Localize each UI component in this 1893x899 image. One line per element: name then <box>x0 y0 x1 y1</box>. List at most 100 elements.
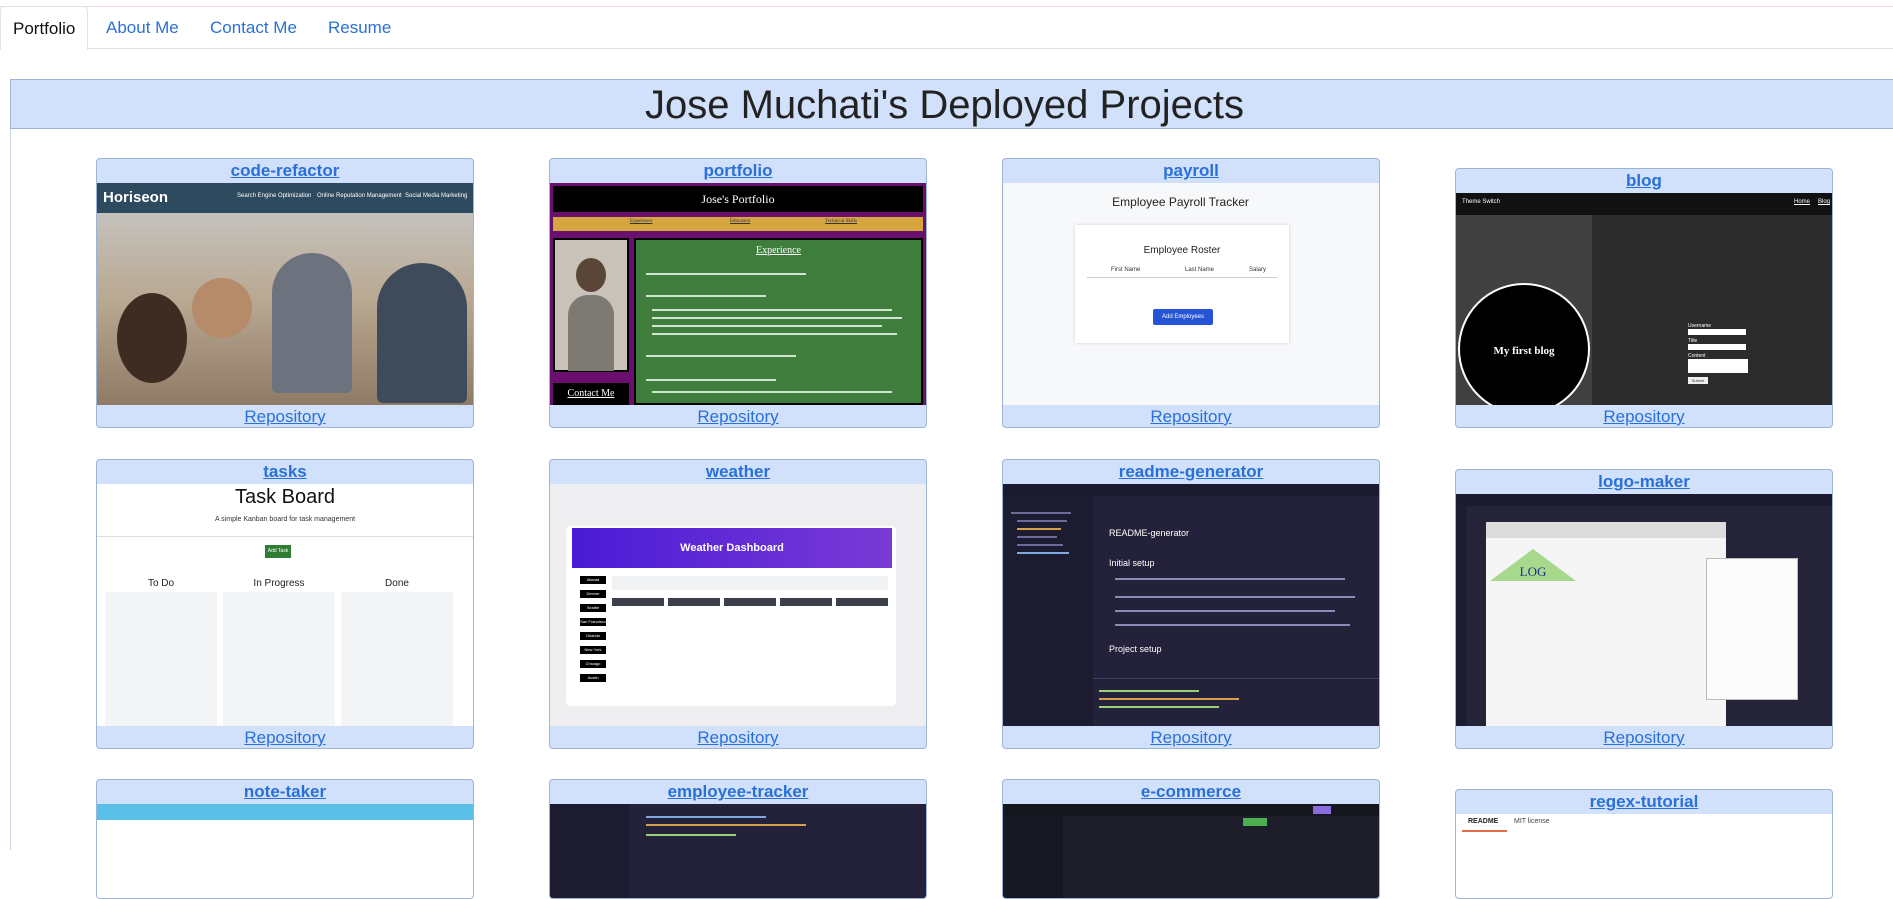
code-line <box>646 824 806 826</box>
photo-person-shape <box>568 295 614 371</box>
portfolio-preview-name: Jose's Portfolio <box>553 186 923 212</box>
repository-link[interactable]: Repository <box>550 405 926 427</box>
text-line <box>1115 624 1350 626</box>
portfolio-preview-contact: Contact Me <box>553 383 629 405</box>
tasks-preview-rule <box>97 536 473 537</box>
project-card-regex-tutorial: regex-tutorial README MIT license <box>1455 789 1833 899</box>
project-title-link[interactable]: regex-tutorial <box>1456 790 1832 814</box>
horiseon-nav-3: Social Media Marketing <box>405 193 468 199</box>
blog-preview-submit: Submit <box>1688 377 1708 384</box>
explorer-line <box>1017 536 1057 538</box>
repository-link[interactable]: Repository <box>1003 726 1379 748</box>
repository-link[interactable]: Repository <box>97 726 473 748</box>
weather-preview-current <box>612 576 888 590</box>
text-line <box>652 333 897 335</box>
text-line <box>646 379 776 381</box>
text-line <box>1115 596 1355 598</box>
tasks-preview-subtitle: A simple Kanban board for task managemen… <box>214 516 356 523</box>
text-line <box>652 391 892 393</box>
project-card-readme-generator: readme-generator README-generator Initia… <box>1002 459 1380 749</box>
tasks-preview-lane <box>341 592 453 726</box>
text-line <box>646 273 806 275</box>
tab-portfolio[interactable]: Portfolio <box>0 6 88 50</box>
tab-resume[interactable]: Resume <box>316 6 403 49</box>
editor-explorer <box>1003 816 1063 898</box>
tasks-preview-title: Task Board <box>234 486 336 508</box>
project-card-employee-tracker: employee-tracker <box>549 779 927 899</box>
tab-about-me[interactable]: About Me <box>94 6 191 49</box>
weather-preview-city: Seattle <box>580 604 606 612</box>
project-card-code-refactor: code-refactor Horiseon Search Engine Opt… <box>96 158 474 428</box>
project-card-tasks: tasks Task Board A simple Kanban board f… <box>96 459 474 749</box>
portfolio-preview-nav-link: Education <box>730 219 751 224</box>
tab-contact-me[interactable]: Contact Me <box>198 6 309 49</box>
weather-preview-forecast <box>836 598 888 606</box>
text-line <box>652 325 882 327</box>
blog-preview-input <box>1688 329 1746 335</box>
horiseon-nav-1: Search Engine Optimization <box>237 193 312 199</box>
text-line <box>652 309 892 311</box>
weather-preview-forecast <box>780 598 832 606</box>
project-title-link[interactable]: employee-tracker <box>550 780 926 804</box>
blog-preview-link: Blog <box>1818 199 1831 205</box>
weather-preview-forecast <box>724 598 776 606</box>
project-title-link[interactable]: logo-maker <box>1456 470 1832 494</box>
project-title-link[interactable]: readme-generator <box>1003 460 1379 484</box>
browser-preview-toolbar <box>1486 522 1726 538</box>
text-line <box>646 295 766 297</box>
tasks-preview-lane <box>105 592 217 726</box>
horiseon-brand: Horiseon <box>103 189 169 206</box>
photo-person-shape <box>576 258 606 292</box>
repository-link[interactable]: Repository <box>1456 405 1832 427</box>
text-line <box>652 317 902 319</box>
project-title-link[interactable]: weather <box>550 460 926 484</box>
project-title-link[interactable]: e-commerce <box>1003 780 1379 804</box>
weather-preview-city: Austin <box>580 674 606 682</box>
logo-preview-text: LOG <box>1519 564 1547 579</box>
explorer-line <box>1017 528 1061 530</box>
code-line <box>1099 690 1199 692</box>
payroll-preview-card <box>1075 225 1289 343</box>
portfolio-preview-nav-link: Experience <box>630 219 653 224</box>
readme-preview-h2: Initial setup <box>1109 558 1155 568</box>
repository-link[interactable]: Repository <box>550 726 926 748</box>
regex-preview-tab-underline <box>1462 830 1507 832</box>
editor-badge <box>1243 818 1267 826</box>
weather-preview-city: New York <box>580 646 606 654</box>
code-line <box>646 834 736 836</box>
blog-preview-theme: Theme Switch <box>1462 199 1501 205</box>
weather-preview-city: San Francisco <box>580 618 606 626</box>
project-title-link[interactable]: payroll <box>1003 159 1379 183</box>
file-dialog-preview <box>1706 558 1798 700</box>
repository-link[interactable]: Repository <box>97 405 473 427</box>
table-rule <box>1087 277 1277 278</box>
readme-preview-h3: Project setup <box>1109 644 1162 654</box>
weather-preview-city: Atlanta <box>580 576 606 584</box>
weather-preview-forecast <box>612 598 664 606</box>
project-screenshot: LOG <box>1456 494 1832 726</box>
project-title-link[interactable]: tasks <box>97 460 473 484</box>
terminal-divider <box>1093 678 1379 679</box>
tasks-preview-col: In Progress <box>253 578 305 589</box>
tasks-preview-col: Done <box>385 578 409 589</box>
project-title-link[interactable]: code-refactor <box>97 159 473 183</box>
project-title-link[interactable]: blog <box>1456 169 1832 193</box>
tasks-preview-button: Add Task <box>265 545 291 558</box>
readme-preview-h1: README-generator <box>1109 528 1190 538</box>
repository-link[interactable]: Repository <box>1456 726 1832 748</box>
text-line <box>646 355 796 357</box>
portfolio-preview-heading: Experience <box>756 245 801 256</box>
weather-preview-city: Chicago <box>580 660 606 668</box>
project-screenshot: Task Board A simple Kanban board for tas… <box>97 484 473 726</box>
weather-preview-title: Weather Dashboard <box>572 528 892 568</box>
editor-activity-bar <box>1456 506 1466 726</box>
explorer-line <box>1017 544 1063 546</box>
code-line <box>1099 706 1219 708</box>
code-line <box>646 816 766 818</box>
repository-link[interactable]: Repository <box>1003 405 1379 427</box>
project-title-link[interactable]: note-taker <box>97 780 473 804</box>
explorer-line <box>1017 520 1067 522</box>
project-title-link[interactable]: portfolio <box>550 159 926 183</box>
payroll-preview-col: First Name <box>1111 267 1141 273</box>
page-banner: Jose Muchati's Deployed Projects <box>10 79 1893 129</box>
